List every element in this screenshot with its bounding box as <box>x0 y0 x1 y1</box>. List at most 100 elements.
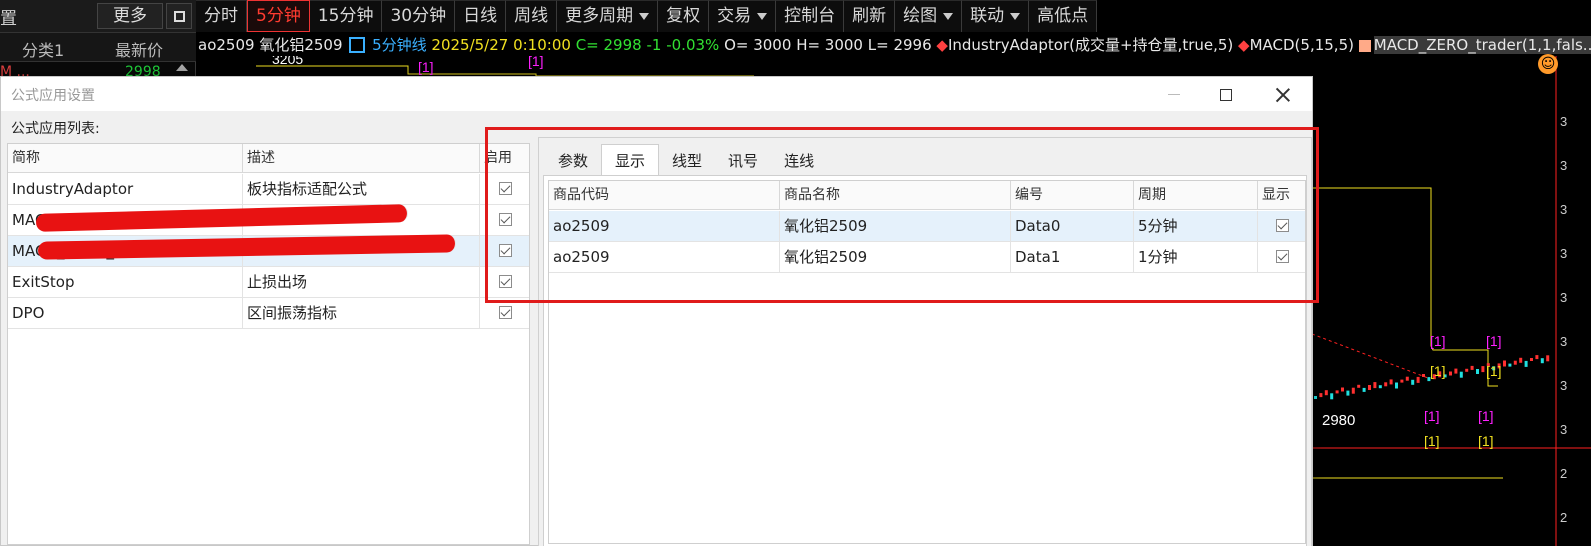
candle <box>1378 385 1382 389</box>
indicator-macd[interactable]: MACD(5,15,5) <box>1250 36 1354 54</box>
candle <box>1459 371 1463 378</box>
more-button[interactable]: 更多 <box>97 3 163 29</box>
right-axis-tick: 3 <box>1560 202 1567 217</box>
formula-settings-dialog: 公式应用设置 公式应用列表: 简称 描述 启用 IndustryAdaptor 板… <box>0 76 1313 546</box>
tab[interactable]: 连线 <box>771 146 827 176</box>
toolbar-button[interactable]: 控制台 <box>776 0 845 32</box>
formula-description: 区间振荡指标 <box>243 298 480 328</box>
candle <box>1422 374 1425 377</box>
column-product-name[interactable]: 商品名称 <box>780 181 1011 210</box>
signal-marker: [1] <box>1430 363 1446 379</box>
show-checkbox[interactable] <box>1276 219 1289 232</box>
enabled-checkbox[interactable] <box>499 275 512 288</box>
column-show[interactable]: 显示 <box>1258 181 1307 210</box>
formula-row[interactable]: IndustryAdaptor 板块指标适配公式 <box>8 174 529 205</box>
toolbar-button[interactable]: 15分钟 <box>309 0 383 32</box>
formula-list-table: 简称 描述 启用 IndustryAdaptor板块指标适配公式MACDMACD… <box>7 143 530 545</box>
tab[interactable]: 线型 <box>659 146 715 176</box>
toolbar-button[interactable]: 复权 <box>658 0 710 32</box>
caret-down-icon <box>757 12 768 20</box>
candle <box>1416 376 1420 383</box>
toolbar-button[interactable]: 联动 <box>962 0 1030 32</box>
enabled-checkbox[interactable] <box>499 182 512 195</box>
candle <box>1384 382 1388 387</box>
candle <box>1405 376 1409 381</box>
column-product-code[interactable]: 商品代码 <box>549 181 780 210</box>
toolbar-button[interactable]: 交易 <box>709 0 777 32</box>
column-id[interactable]: 编号 <box>1011 181 1134 210</box>
column-category[interactable]: 分类1 <box>22 37 64 61</box>
toolbar-button[interactable]: 绘图 <box>895 0 963 32</box>
candle <box>1546 355 1550 362</box>
candle <box>1341 387 1344 392</box>
column-enabled[interactable]: 启用 <box>480 144 531 173</box>
formula-row[interactable]: MACD <box>8 204 529 236</box>
dialog-title: 公式应用设置 <box>11 88 95 104</box>
period-toolbar: 分时 5分钟 15分钟 30分钟 日线 周线 更多周期 复权 交易 控制台 刷新 绘图 联动 高低点 <box>196 0 1098 32</box>
diamond-icon: ◆ <box>1238 36 1250 54</box>
toolbar-button[interactable]: 日线 <box>455 0 507 32</box>
toolbar-button-label: 交易 <box>717 6 752 26</box>
toolbar-button[interactable]: 更多周期 <box>557 0 659 32</box>
signal-marker: [1] <box>1430 333 1446 349</box>
right-axis-tick: 3 <box>1560 422 1567 437</box>
toolbar-button[interactable]: 高低点 <box>1029 0 1098 32</box>
toolbar-button[interactable]: 刷新 <box>844 0 896 32</box>
toolbar-button[interactable]: 周线 <box>506 0 558 32</box>
grid-icon[interactable] <box>349 37 366 53</box>
toolbar-button-label: 刷新 <box>852 6 887 26</box>
formula-row[interactable]: DPO 区间振荡指标 <box>8 298 529 329</box>
toolbar-button[interactable]: 5分钟 <box>247 0 310 32</box>
display-table: 商品代码 商品名称 编号 周期 显示 ao2509 氧化铝2509 Data0 5分钟… <box>548 180 1306 544</box>
candle <box>1324 390 1328 396</box>
toolbar-button[interactable]: 分时 <box>196 0 247 32</box>
toolbar-button-label: 5分钟 <box>256 6 301 26</box>
enabled-checkbox[interactable] <box>499 244 512 257</box>
scroll-up-icon[interactable] <box>176 64 188 71</box>
formula-short-name: IndustryAdaptor <box>8 174 243 204</box>
formula-short-name: ExitStop <box>8 267 243 297</box>
toolbar-button[interactable]: 30分钟 <box>382 0 456 32</box>
product-name: 氧化铝2509 <box>780 242 1011 272</box>
candle <box>1368 385 1371 390</box>
candle <box>1330 393 1334 400</box>
toolbar-button-label: 分时 <box>204 6 238 26</box>
formula-row[interactable]: MACD_ZERO_trader <box>8 234 529 267</box>
toolbar-button-label: 周线 <box>514 6 549 26</box>
tab[interactable]: 讯号 <box>715 146 771 176</box>
caret-down-icon <box>1010 12 1021 20</box>
maximize-square-icon[interactable] <box>166 3 192 29</box>
enabled-checkbox[interactable] <box>499 213 512 226</box>
column-description[interactable]: 描述 <box>243 144 480 173</box>
dialog-title-bar[interactable]: 公式应用设置 <box>1 77 1312 111</box>
minimize-icon[interactable] <box>1151 77 1197 111</box>
tab[interactable]: 显示 <box>601 144 660 176</box>
candle <box>1362 387 1366 392</box>
chart-info-line: ao2509 氧化铝2509 5分钟线 2025/5/27 0:10:00 C=… <box>198 34 1591 56</box>
enabled-checkbox[interactable] <box>499 306 512 319</box>
smiley-icon[interactable]: ☺ <box>1538 54 1558 74</box>
formula-row[interactable]: ExitStop 止损出场 <box>8 267 529 298</box>
column-short-name[interactable]: 简称 <box>8 144 243 173</box>
column-latest-price[interactable]: 最新价 <box>115 37 163 61</box>
indicator-industry-adaptor[interactable]: IndustryAdaptor(成交量+持仓量,true,5) <box>948 36 1233 54</box>
candle <box>1503 360 1506 367</box>
display-row[interactable]: ao2509 氧化铝2509 Data1 1分钟 <box>549 242 1305 273</box>
display-tab-body: 商品代码 商品名称 编号 周期 显示 ao2509 氧化铝2509 Data0 5分钟… <box>543 175 1307 546</box>
show-checkbox[interactable] <box>1276 250 1289 263</box>
column-period[interactable]: 周期 <box>1134 181 1258 210</box>
close-icon[interactable] <box>1260 77 1306 111</box>
formula-description: 板块指标适配公式 <box>243 174 480 204</box>
signal-marker: [1] <box>1486 333 1502 349</box>
toolbar-button-label: 高低点 <box>1037 6 1089 26</box>
indicator-macd-zero-trader[interactable]: MACD_ZERO_trader(1,1,fals... <box>1373 36 1591 54</box>
tab[interactable]: 参数 <box>545 146 601 176</box>
right-axis-tick: 2 <box>1560 510 1567 525</box>
high-price-label: 3205 <box>272 56 303 67</box>
maximize-icon[interactable] <box>1203 77 1249 111</box>
yellow-indicator-line-right <box>1312 187 1498 387</box>
candle <box>1508 363 1512 367</box>
toolbar-button-label: 联动 <box>970 6 1005 26</box>
display-row[interactable]: ao2509 氧化铝2509 Data0 5分钟 <box>549 211 1305 242</box>
candle <box>1335 390 1339 394</box>
